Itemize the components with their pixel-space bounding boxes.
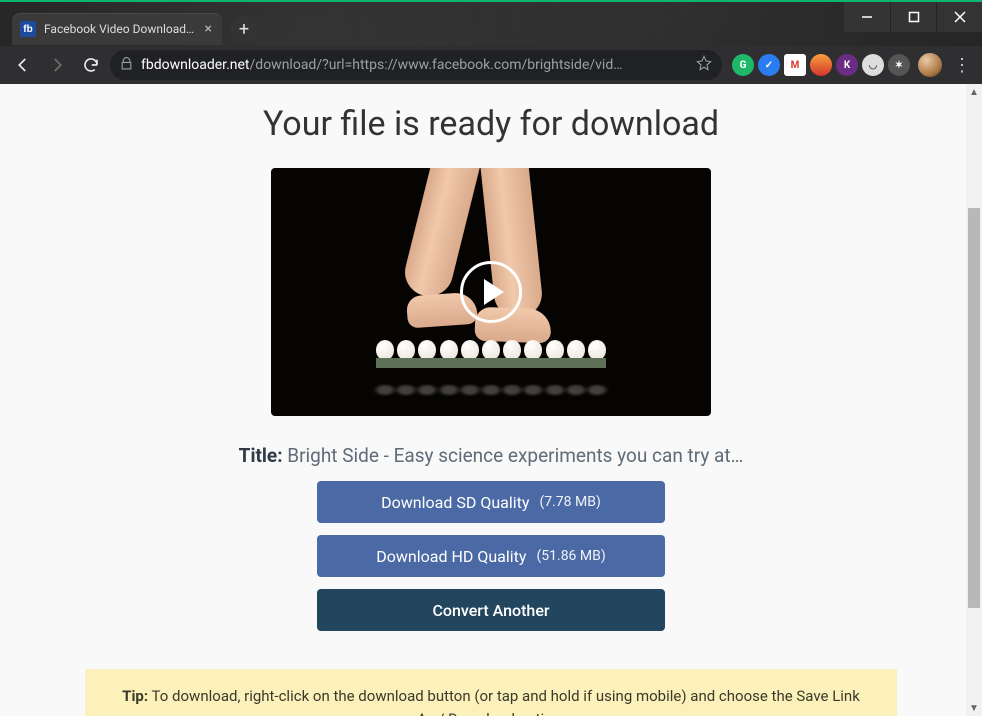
profile-avatar[interactable] bbox=[918, 53, 942, 77]
back-button[interactable] bbox=[8, 50, 38, 80]
extension-orange-icon[interactable] bbox=[810, 54, 832, 76]
tip-text: To download, right-click on the download… bbox=[152, 687, 860, 716]
scroll-up-icon[interactable]: ▲ bbox=[966, 84, 982, 100]
forward-button[interactable] bbox=[42, 50, 72, 80]
url-domain: fbdownloader.net bbox=[141, 57, 250, 73]
title-label: Title: bbox=[239, 444, 283, 467]
lock-icon bbox=[120, 57, 133, 74]
extension-check-icon[interactable]: ✓ bbox=[758, 54, 780, 76]
scrollbar-thumb[interactable] bbox=[968, 208, 980, 608]
download-hd-label: Download HD Quality bbox=[376, 547, 526, 566]
minimize-button[interactable] bbox=[844, 2, 890, 32]
extension-shield-icon[interactable]: ✶ bbox=[888, 54, 910, 76]
url-path: /download/?url=https://www.facebook.com/… bbox=[250, 57, 623, 73]
download-hd-button[interactable]: Download HD Quality (51.86 MB) bbox=[317, 535, 665, 577]
page-headline: Your file is ready for download bbox=[11, 104, 971, 144]
video-thumbnail-tray bbox=[376, 340, 606, 368]
window-controls bbox=[844, 2, 982, 32]
address-bar[interactable]: fbdownloader.net/download/?url=https://w… bbox=[110, 50, 722, 80]
titlebar: fb Facebook Video Downloader - FB… × + bbox=[0, 2, 982, 46]
close-tab-icon[interactable]: × bbox=[205, 22, 212, 36]
download-buttons: Download SD Quality (7.78 MB) Download H… bbox=[11, 481, 971, 631]
new-tab-button[interactable]: + bbox=[230, 15, 258, 43]
extension-k-icon[interactable]: K bbox=[836, 54, 858, 76]
tabstrip: fb Facebook Video Downloader - FB… × + bbox=[0, 2, 258, 46]
extension-grammarly-icon[interactable]: G bbox=[732, 54, 754, 76]
scrollbar-track[interactable]: ▲ ▼ bbox=[966, 84, 982, 716]
tip-label: Tip: bbox=[122, 687, 148, 705]
browser-menu-button[interactable]: ⋮ bbox=[950, 55, 974, 76]
convert-another-label: Convert Another bbox=[432, 601, 549, 620]
browser-window: fb Facebook Video Downloader - FB… × + f… bbox=[0, 0, 982, 716]
close-window-button[interactable] bbox=[936, 2, 982, 32]
extension-gmail-icon[interactable]: M bbox=[784, 54, 806, 76]
reload-button[interactable] bbox=[76, 50, 106, 80]
download-sd-size: (7.78 MB) bbox=[539, 494, 600, 510]
maximize-button[interactable] bbox=[890, 2, 936, 32]
video-thumbnail-reflection bbox=[376, 381, 606, 411]
video-preview[interactable] bbox=[271, 168, 711, 416]
video-title-row: Title: Bright Side - Easy science experi… bbox=[11, 444, 971, 467]
download-sd-label: Download SD Quality bbox=[381, 493, 529, 512]
scroll-down-icon[interactable]: ▼ bbox=[966, 700, 982, 716]
bookmark-star-icon[interactable] bbox=[696, 55, 712, 75]
convert-another-button[interactable]: Convert Another bbox=[317, 589, 665, 631]
page-content: Your file is ready for download Title: B… bbox=[11, 84, 971, 716]
favicon-icon: fb bbox=[20, 21, 36, 37]
play-icon[interactable] bbox=[460, 261, 522, 323]
url-text: fbdownloader.net/download/?url=https://w… bbox=[141, 57, 623, 73]
extension-pocket-icon[interactable]: ◡ bbox=[862, 54, 884, 76]
tab-title: Facebook Video Downloader - FB… bbox=[44, 22, 197, 36]
tip-box: Tip: To download, right-click on the dow… bbox=[85, 669, 897, 716]
video-title: Bright Side - Easy science experiments y… bbox=[287, 444, 743, 467]
toolbar: fbdownloader.net/download/?url=https://w… bbox=[0, 46, 982, 84]
download-hd-size: (51.86 MB) bbox=[536, 548, 605, 564]
browser-tab[interactable]: fb Facebook Video Downloader - FB… × bbox=[12, 13, 222, 45]
page-viewport: Your file is ready for download Title: B… bbox=[0, 84, 982, 716]
extensions-row: G ✓ M K ◡ ✶ bbox=[732, 54, 910, 76]
download-sd-button[interactable]: Download SD Quality (7.78 MB) bbox=[317, 481, 665, 523]
